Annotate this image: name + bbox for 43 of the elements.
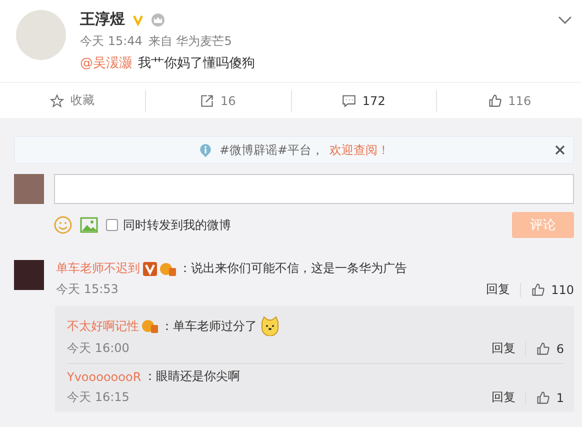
post-source: 来自 华为麦芒5 <box>148 33 232 50</box>
like-button[interactable]: 6 <box>536 342 564 356</box>
comment-icon <box>342 94 356 108</box>
favorite-action[interactable]: 收藏 <box>0 83 145 118</box>
emoji-icon[interactable] <box>54 216 72 234</box>
thumbs-up-icon <box>536 390 550 404</box>
post-time: 今天 15:44 <box>80 33 142 50</box>
repost-action[interactable]: 16 <box>144 90 290 112</box>
comment-time: 今天 16:00 <box>67 340 130 357</box>
verified-badge-icon <box>131 12 145 26</box>
close-button[interactable] <box>555 143 565 157</box>
reply-link[interactable]: 回复 <box>491 340 516 357</box>
chevron-down-icon[interactable] <box>558 16 572 24</box>
comment-time: 今天 16:15 <box>67 389 130 406</box>
comment-text: ：眼睛还是你尖啊 <box>144 368 240 385</box>
reply-link[interactable]: 回复 <box>486 281 510 298</box>
reply-link[interactable]: 回复 <box>491 389 516 406</box>
comment-time: 今天 15:53 <box>56 281 118 298</box>
user-avatar <box>14 174 44 204</box>
thumbs-up-icon <box>536 342 550 356</box>
like-button[interactable]: 1 <box>536 390 564 404</box>
dog-emoji-icon <box>260 316 280 336</box>
thumbs-up-icon <box>488 94 502 108</box>
crown-icon <box>151 12 165 26</box>
info-icon <box>198 142 214 158</box>
commenter-avatar <box>14 260 44 290</box>
comment-text: ：单车老师过分了 <box>161 318 257 334</box>
like-action[interactable]: 116 <box>436 90 582 112</box>
member-badge-icon <box>160 262 176 276</box>
comment-input[interactable] <box>54 174 574 204</box>
author-name[interactable]: 王淳煜 <box>80 10 125 29</box>
member-badge-icon <box>142 319 158 333</box>
comment-text: ：说出来你们可能不信，这是一条华为广告 <box>179 260 407 277</box>
share-icon <box>200 94 214 108</box>
star-icon <box>50 94 64 108</box>
repost-checkbox[interactable]: 同时转发到我的微博 <box>106 216 231 234</box>
like-button[interactable]: 110 <box>531 282 574 296</box>
post-text: 我艹你妈了懂吗傻狗 <box>138 55 255 72</box>
avatar <box>16 10 66 60</box>
thumbs-up-icon <box>531 282 546 296</box>
image-icon[interactable] <box>80 217 98 233</box>
verified-badge-icon <box>143 262 157 276</box>
notice-text: #微博辟谣#平台， <box>219 142 324 158</box>
